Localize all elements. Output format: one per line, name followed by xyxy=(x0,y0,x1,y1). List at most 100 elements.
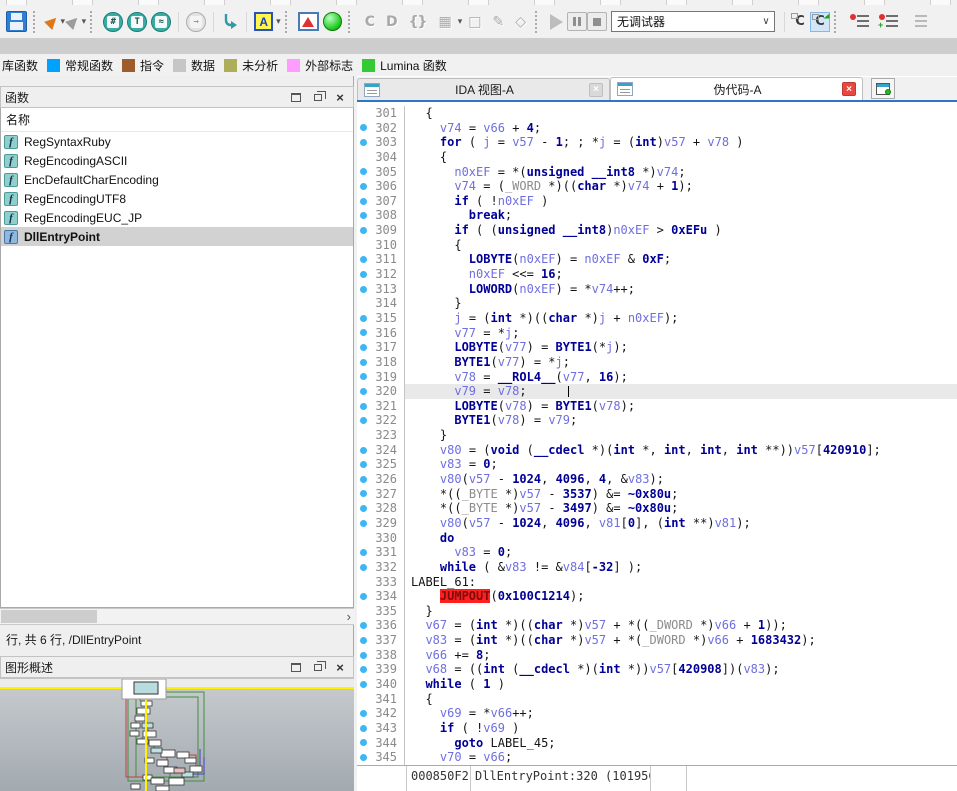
breakpoint-gutter[interactable] xyxy=(357,736,369,751)
code-line[interactable]: 323 } xyxy=(357,428,957,443)
code-text[interactable]: v80(v57 - 1024, 4096, 4, &v83); xyxy=(404,472,957,487)
code-line[interactable]: 332 while ( &v83 != &v84[-32] ); xyxy=(357,560,957,575)
float-icon[interactable] xyxy=(309,89,327,105)
code-line[interactable]: 308 break; xyxy=(357,208,957,223)
breakpoint-gutter[interactable] xyxy=(357,340,369,355)
save-icon[interactable] xyxy=(6,11,27,32)
edit-icon[interactable]: ✎ xyxy=(493,14,504,30)
code-text[interactable]: v83 = 0; xyxy=(404,457,957,472)
code-text[interactable]: n0xEF = *(unsigned __int8 *)v74; xyxy=(404,165,957,180)
code-line[interactable]: 329 v80(v57 - 1024, 4096, v81[0], (int *… xyxy=(357,516,957,531)
ascii-string-icon[interactable]: A xyxy=(254,12,273,31)
make-code-icon[interactable]: C xyxy=(365,14,374,30)
code-text[interactable]: v80(v57 - 1024, 4096, v81[0], (int **)v8… xyxy=(404,516,957,531)
add-breakpoint-icon[interactable]: + xyxy=(879,14,898,29)
code-text[interactable]: LOBYTE(n0xEF) = n0xEF & 0xF; xyxy=(404,252,957,267)
code-line[interactable]: 343 if ( !v69 ) xyxy=(357,721,957,736)
code-line[interactable]: 325 v83 = 0; xyxy=(357,457,957,472)
breakpoint-gutter[interactable] xyxy=(357,355,369,370)
breakpoint-gutter[interactable] xyxy=(357,633,369,648)
code-line[interactable]: 302 v74 = v66 + 4; xyxy=(357,121,957,136)
code-text[interactable]: } xyxy=(404,296,957,311)
code-line[interactable]: 335 } xyxy=(357,604,957,619)
code-text[interactable]: for ( j = v57 - 1; ; *j = (int)v57 + v78… xyxy=(404,135,957,150)
patch-icon[interactable]: ◇ xyxy=(515,14,525,30)
string-format-icon[interactable]: ≈ xyxy=(151,12,171,32)
code-line[interactable]: 321 LOBYTE(v78) = BYTE1(v78); xyxy=(357,399,957,414)
breakpoint-gutter[interactable] xyxy=(357,150,369,165)
breakpoint-gutter[interactable] xyxy=(357,706,369,721)
breakpoint-gutter[interactable] xyxy=(357,282,369,297)
select-region-icon[interactable]: □ xyxy=(468,14,480,30)
lumina-icon[interactable] xyxy=(323,12,342,31)
breakpoint-gutter[interactable] xyxy=(357,106,369,121)
code-line[interactable]: 301 { xyxy=(357,106,957,121)
breakpoint-gutter[interactable] xyxy=(357,692,369,707)
code-line[interactable]: 337 v83 = (int *)((char *)v57 + *(_DWORD… xyxy=(357,633,957,648)
code-line[interactable]: 304 { xyxy=(357,150,957,165)
hscrollbar-thumb[interactable] xyxy=(1,610,97,623)
code-line[interactable]: 315 j = (int *)((char *)j + n0xEF); xyxy=(357,311,957,326)
make-data-icon[interactable]: D xyxy=(386,14,397,30)
ascii-string-dropdown[interactable]: ▾ xyxy=(276,16,281,27)
code-text[interactable]: if ( !n0xEF ) xyxy=(404,194,957,209)
code-text[interactable]: if ( (unsigned __int8)n0xEF > 0xEFu ) xyxy=(404,223,957,238)
breakpoint-gutter[interactable] xyxy=(357,413,369,428)
function-list-item[interactable]: fEncDefaultCharEncoding xyxy=(1,170,353,189)
code-line[interactable]: 344 goto LABEL_45; xyxy=(357,736,957,751)
code-text[interactable]: goto LABEL_45; xyxy=(404,736,957,751)
graph-overview-thumbnail[interactable] xyxy=(0,678,354,791)
function-list-item[interactable]: fRegEncodingUTF8 xyxy=(1,189,353,208)
c-pseudocode-icon[interactable]: C xyxy=(810,12,830,32)
code-line[interactable]: 312 n0xEF <<= 16; xyxy=(357,267,957,282)
code-text[interactable]: { xyxy=(404,150,957,165)
code-text[interactable]: { xyxy=(404,238,957,253)
breakpoint-gutter[interactable] xyxy=(357,238,369,253)
breakpoint-gutter[interactable] xyxy=(357,384,369,399)
code-text[interactable]: BYTE1(v77) = *j; xyxy=(404,355,957,370)
code-text[interactable]: v70 = v66; xyxy=(404,750,957,765)
window-list-icon[interactable] xyxy=(871,78,895,99)
breakpoint-gutter[interactable] xyxy=(357,135,369,150)
navigate-back-icon[interactable]: ▶ xyxy=(63,12,82,31)
code-text[interactable]: v74 = v66 + 4; xyxy=(404,121,957,136)
breakpoint-gutter[interactable] xyxy=(357,326,369,341)
code-text[interactable]: while ( &v83 != &v84[-32] ); xyxy=(404,560,957,575)
code-line[interactable]: 324 v80 = (void (__cdecl *)(int *, int, … xyxy=(357,443,957,458)
make-array-dropdown[interactable]: ▾ xyxy=(458,16,463,27)
code-text[interactable]: while ( 1 ) xyxy=(404,677,957,692)
breakpoint-gutter[interactable] xyxy=(357,531,369,546)
breakpoint-gutter[interactable] xyxy=(357,223,369,238)
code-text[interactable]: LOWORD(n0xEF) = *v74++; xyxy=(404,282,957,297)
code-text[interactable]: } xyxy=(404,428,957,443)
close-icon[interactable]: × xyxy=(331,659,349,675)
debugger-start-icon[interactable] xyxy=(550,14,563,30)
xref-icon[interactable]: → xyxy=(186,12,206,32)
functions-hscrollbar[interactable]: › xyxy=(0,608,354,625)
breakpoint-gutter[interactable] xyxy=(357,560,369,575)
code-line[interactable]: 319 v78 = __ROL4__(v77, 16); xyxy=(357,370,957,385)
code-line[interactable]: 320 v79 = v78; xyxy=(357,384,957,399)
breakpoint-gutter[interactable] xyxy=(357,296,369,311)
breakpoint-gutter[interactable] xyxy=(357,501,369,516)
code-line[interactable]: 338 v66 += 8; xyxy=(357,648,957,663)
code-line[interactable]: 333LABEL_61: xyxy=(357,575,957,590)
breakpoint-gutter[interactable] xyxy=(357,677,369,692)
code-text[interactable]: v66 += 8; xyxy=(404,648,957,663)
code-line[interactable]: 309 if ( (unsigned __int8)n0xEF > 0xEFu … xyxy=(357,223,957,238)
flowchart-icon[interactable] xyxy=(298,12,319,31)
tab-ida-view-a[interactable]: IDA 视图-A × xyxy=(357,78,610,100)
code-line[interactable]: 306 v74 = (_WORD *)((char *)v74 + 1); xyxy=(357,179,957,194)
breakpoint-gutter[interactable] xyxy=(357,165,369,180)
function-list-item[interactable]: fRegEncodingASCII xyxy=(1,151,353,170)
code-line[interactable]: 305 n0xEF = *(unsigned __int8 *)v74; xyxy=(357,165,957,180)
make-array-icon[interactable]: ▦ xyxy=(439,14,451,30)
code-text[interactable]: *((_BYTE *)v57 - 3497) &= ~0x80u; xyxy=(404,501,957,516)
code-text[interactable]: } xyxy=(404,604,957,619)
breakpoint-gutter[interactable] xyxy=(357,428,369,443)
code-line[interactable]: 307 if ( !n0xEF ) xyxy=(357,194,957,209)
code-text[interactable]: { xyxy=(404,692,957,707)
code-line[interactable]: 331 v83 = 0; xyxy=(357,545,957,560)
code-line[interactable]: 316 v77 = *j; xyxy=(357,326,957,341)
code-line[interactable]: 322 BYTE1(v78) = v79; xyxy=(357,413,957,428)
